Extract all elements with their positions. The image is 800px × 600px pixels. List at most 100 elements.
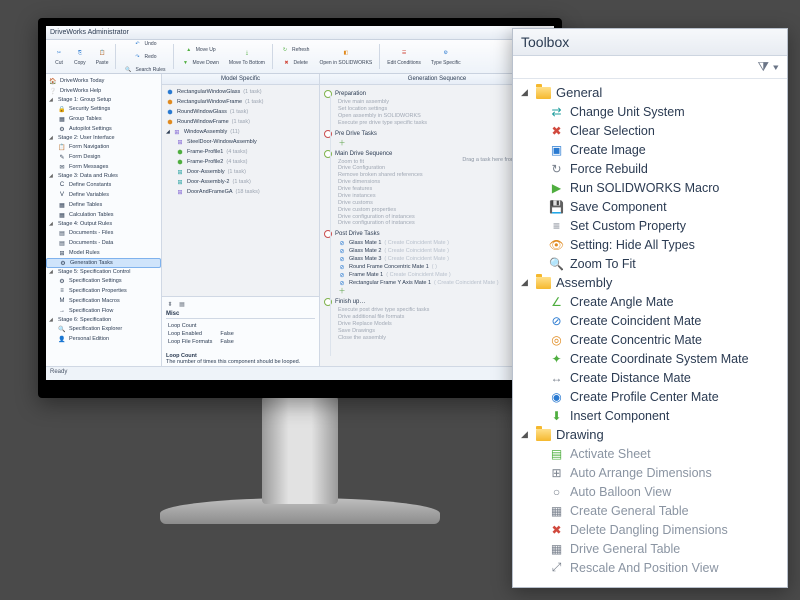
cut-button[interactable]: ✂Cut [50, 42, 68, 71]
nav-item[interactable]: ◢Stage 2: User Interface [46, 134, 161, 142]
toolbox-item[interactable]: ⬇Insert Component [519, 406, 783, 425]
nav-item[interactable]: ◢Stage 6: Specification [46, 316, 161, 324]
toolbox-title: Toolbox [513, 29, 787, 56]
toolbox-item[interactable]: ⇄Change Unit System [519, 102, 783, 121]
model-row[interactable]: ⊞Door-Assembly (1 task) [164, 167, 317, 177]
nav-item[interactable]: 🔍Specification Explorer [46, 324, 161, 334]
nav-item[interactable]: MSpecification Macros [46, 296, 161, 306]
property-row[interactable]: Loop File FormatsFalse [168, 339, 240, 345]
paste-button[interactable]: 📋Paste [92, 42, 113, 71]
edit-conditions-button[interactable]: ☰Edit Conditions [383, 42, 425, 71]
nav-item[interactable]: ◢Stage 4: Output Rules [46, 220, 161, 228]
undo-button[interactable]: ↶Undo [119, 38, 169, 50]
toolbox-item[interactable]: ✖Delete Dangling Dimensions [519, 520, 783, 539]
arrow-up-icon: ▲ [184, 45, 194, 55]
nav-item[interactable]: ◢Stage 1: Group Setup [46, 96, 161, 104]
toolbox-item[interactable]: ↔Create Distance Mate [519, 368, 783, 387]
conditions-icon: ☰ [399, 48, 409, 58]
nav-item[interactable]: ⚙Autopilot Settings [46, 124, 161, 134]
task-icon: ⊘ [549, 313, 564, 328]
nav-item[interactable]: ◢Stage 5: Specification Control [46, 268, 161, 276]
type-specific-button[interactable]: ⚙Type Specific [427, 42, 465, 71]
delete-button[interactable]: ✖Delete [276, 57, 314, 69]
toolbox-group[interactable]: ◢Assembly [519, 273, 783, 292]
toolbox-item[interactable]: ✖Clear Selection [519, 121, 783, 140]
nav-item[interactable]: 🏠DriveWorks Today [46, 76, 161, 86]
model-row[interactable]: ⬢RoundWindowFrame (1 task) [164, 117, 317, 127]
toolbox-item[interactable]: 💾Save Component [519, 197, 783, 216]
undo-icon: ↶ [133, 39, 143, 49]
nav-item[interactable]: ▦Define Tables [46, 200, 161, 210]
nav-item[interactable]: →Specification Flow [46, 306, 161, 316]
toolbox-group[interactable]: ◢General [519, 83, 783, 102]
properties-panel: ⬍ ▦ Misc Loop CountLoop EnabledFalseLoop… [162, 296, 319, 366]
task-icon: ▣ [549, 142, 564, 157]
property-row[interactable]: Loop EnabledFalse [168, 331, 240, 337]
model-row[interactable]: ⬢RectangularWindowFrame (1 task) [164, 97, 317, 107]
toolbox-item[interactable]: ◉Create Profile Center Mate [519, 387, 783, 406]
toolbox-item[interactable]: ▣Create Image [519, 140, 783, 159]
nav-item[interactable]: ⚙Generation Tasks [46, 258, 161, 268]
toolbox-group[interactable]: ◢Drawing [519, 425, 783, 444]
toolbox-item[interactable]: ⊘Create Coincident Mate [519, 311, 783, 330]
task-icon: ◉ [549, 389, 564, 404]
toolbox-item[interactable]: 👁Setting: Hide All Types [519, 235, 783, 254]
move-bottom-button[interactable]: ⤓Move To Bottom [225, 42, 269, 71]
nav-item[interactable]: ⚙Specification Settings [46, 276, 161, 286]
move-up-button[interactable]: ▲Move Up [177, 44, 223, 56]
ribbon-toolbar: ✂Cut ⎘Copy 📋Paste ↶Undo ↷Redo 🔍Search Ru… [46, 40, 554, 74]
navigation-tree: 🏠DriveWorks Today❔DriveWorks Help◢Stage … [46, 74, 162, 366]
move-down-button[interactable]: ▼Move Down [177, 57, 223, 69]
nav-item[interactable]: ✎Form Design [46, 152, 161, 162]
nav-item[interactable]: ◢Stage 3: Data and Rules [46, 172, 161, 180]
nav-item[interactable]: CDefine Constants [46, 180, 161, 190]
nav-item[interactable]: ▤Documents - Data [46, 238, 161, 248]
task-icon: ▶ [549, 180, 564, 195]
toolbox-item[interactable]: ▤Activate Sheet [519, 444, 783, 463]
grid-icon[interactable]: ▦ [178, 300, 186, 308]
model-row[interactable]: ⬢Frame-Profile1 (4 tasks) [164, 147, 317, 157]
sort-icon[interactable]: ⬍ [166, 300, 174, 308]
toolbox-item[interactable]: ∠Create Angle Mate [519, 292, 783, 311]
open-solidworks-button[interactable]: ◧Open in SOLIDWORKS [315, 42, 376, 71]
copy-button[interactable]: ⎘Copy [70, 42, 90, 71]
toolbox-item[interactable]: ▦Create General Table [519, 501, 783, 520]
task-icon: ✦ [549, 351, 564, 366]
toolbox-item[interactable]: ○Auto Balloon View [519, 482, 783, 501]
nav-item[interactable]: VDefine Variables [46, 190, 161, 200]
toolbox-item[interactable]: ≡Set Custom Property [519, 216, 783, 235]
property-row[interactable]: Loop Count [168, 323, 240, 329]
toolbox-item[interactable]: 🔍Zoom To Fit [519, 254, 783, 273]
nav-item[interactable]: 👤Personal Edition [46, 334, 161, 344]
redo-icon: ↷ [133, 52, 143, 62]
redo-button[interactable]: ↷Redo [119, 51, 169, 63]
model-list: ⬢RectangularWindowGlass (1 task)⬢Rectang… [162, 85, 319, 296]
model-row[interactable]: ⬢RoundWindowGlass (1 task) [164, 107, 317, 117]
toolbox-item[interactable]: ⊞Auto Arrange Dimensions [519, 463, 783, 482]
toolbox-item[interactable]: ▶Run SOLIDWORKS Macro [519, 178, 783, 197]
model-row[interactable]: ⬢Frame-Profile2 (4 tasks) [164, 157, 317, 167]
toolbox-item[interactable]: ◎Create Concentric Mate [519, 330, 783, 349]
nav-item[interactable]: ⊞Model Rules [46, 248, 161, 258]
nav-item[interactable]: 🔒Security Settings [46, 104, 161, 114]
nav-item[interactable]: ≡Specification Properties [46, 286, 161, 296]
toolbox-item[interactable]: ▦Drive General Table [519, 539, 783, 558]
model-row[interactable]: ⊞SteelDoor-WindowAssembly [164, 137, 317, 147]
nav-item[interactable]: ✉Form Messages [46, 162, 161, 172]
double-down-icon: ⤓ [242, 48, 252, 58]
model-row[interactable]: ⊞Door-Assembly-2 (1 task) [164, 177, 317, 187]
nav-item[interactable]: ▤Documents - Files [46, 228, 161, 238]
refresh-button[interactable]: ↻Refresh [276, 44, 314, 56]
model-row[interactable]: ⬢RectangularWindowGlass (1 task) [164, 87, 317, 97]
model-row[interactable]: ◢⊞WindowAssembly (11) [164, 127, 317, 137]
filter-icon[interactable]: ⧩ ▾ [757, 59, 779, 75]
toolbox-item[interactable]: ⤢Rescale And Position View [519, 558, 783, 577]
nav-item[interactable]: ❔DriveWorks Help [46, 86, 161, 96]
nav-item[interactable]: 📋Form Navigation [46, 142, 161, 152]
nav-item[interactable]: ▦Group Tables [46, 114, 161, 124]
toolbox-item[interactable]: ↻Force Rebuild [519, 159, 783, 178]
folder-icon [536, 277, 551, 289]
model-row[interactable]: ⊞DoorAndFrameGA (18 tasks) [164, 187, 317, 197]
toolbox-item[interactable]: ✦Create Coordinate System Mate [519, 349, 783, 368]
nav-item[interactable]: ▦Calculation Tables [46, 210, 161, 220]
